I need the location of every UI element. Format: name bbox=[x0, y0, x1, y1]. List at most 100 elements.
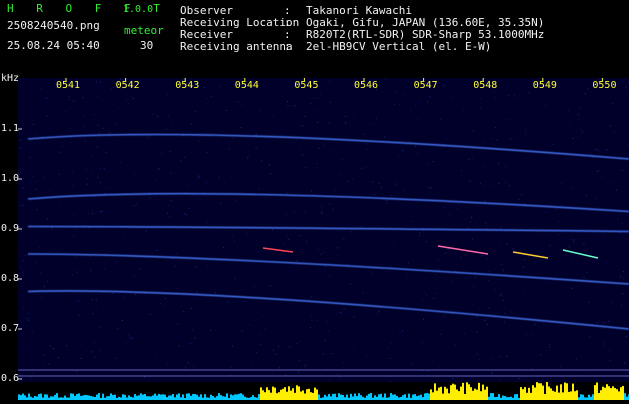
noise-speck bbox=[306, 241, 307, 242]
noise-speck bbox=[28, 320, 29, 321]
noise-speck bbox=[192, 330, 193, 331]
signal-level-bar bbox=[156, 396, 158, 400]
noise-speck bbox=[219, 177, 220, 178]
noise-speck bbox=[573, 187, 574, 188]
signal-level-bar bbox=[576, 390, 578, 400]
signal-level-bar bbox=[108, 396, 110, 400]
noise-speck bbox=[534, 324, 535, 325]
signal-level-bar bbox=[312, 393, 314, 400]
noise-speck bbox=[311, 296, 312, 297]
signal-level-bar bbox=[514, 394, 516, 400]
noise-speck bbox=[595, 149, 596, 150]
noise-speck bbox=[163, 304, 164, 305]
signal-level-bar bbox=[332, 394, 334, 400]
noise-speck bbox=[238, 102, 239, 103]
noise-speck bbox=[232, 237, 233, 238]
noise-speck bbox=[622, 223, 623, 224]
noise-speck bbox=[73, 185, 74, 186]
noise-speck bbox=[585, 93, 586, 94]
noise-speck bbox=[36, 209, 37, 210]
noise-speck bbox=[305, 116, 306, 117]
frequency-tick-label: 1.1 bbox=[1, 123, 19, 134]
noise-speck bbox=[168, 115, 169, 116]
time-tick-label: 0541 bbox=[56, 80, 80, 91]
noise-speck bbox=[191, 123, 192, 124]
noise-speck bbox=[96, 96, 97, 97]
noise-speck bbox=[524, 259, 525, 260]
noise-speck bbox=[81, 358, 82, 359]
noise-speck bbox=[376, 118, 377, 119]
noise-speck bbox=[546, 212, 547, 213]
noise-speck bbox=[626, 336, 627, 337]
signal-level-bar bbox=[476, 390, 478, 400]
signal-level-bar bbox=[446, 389, 448, 400]
noise-speck bbox=[112, 341, 113, 342]
noise-speck bbox=[83, 97, 84, 98]
time-tick-label: 0550 bbox=[592, 80, 616, 91]
noise-speck bbox=[364, 134, 365, 135]
noise-speck bbox=[168, 205, 169, 206]
noise-speck bbox=[183, 311, 184, 312]
noise-speck bbox=[279, 367, 280, 368]
noise-speck bbox=[70, 128, 71, 129]
noise-speck bbox=[206, 183, 207, 184]
noise-speck bbox=[507, 244, 508, 245]
noise-speck bbox=[265, 328, 266, 329]
noise-speck bbox=[523, 290, 524, 291]
capture-datetime: 25.08.24 05:40 bbox=[7, 40, 100, 52]
signal-level-bar bbox=[618, 391, 620, 400]
signal-level-bar bbox=[600, 390, 602, 400]
noise-speck bbox=[188, 208, 189, 209]
noise-speck bbox=[353, 348, 354, 349]
noise-speck bbox=[85, 223, 86, 224]
noise-speck bbox=[305, 212, 306, 213]
noise-speck bbox=[432, 361, 433, 362]
noise-speck bbox=[302, 154, 303, 155]
noise-speck bbox=[248, 156, 249, 157]
signal-level-bar bbox=[44, 394, 46, 400]
signal-level-bar bbox=[582, 395, 584, 400]
noise-speck bbox=[543, 323, 544, 324]
noise-speck bbox=[602, 177, 603, 178]
signal-level-bar bbox=[528, 388, 530, 400]
noise-speck bbox=[620, 233, 621, 234]
noise-speck bbox=[458, 204, 459, 205]
noise-speck bbox=[173, 108, 174, 109]
signal-level-bar bbox=[326, 397, 328, 401]
noise-speck bbox=[159, 168, 160, 169]
noise-speck bbox=[374, 194, 375, 195]
signal-level-bar bbox=[168, 396, 170, 400]
noise-speck bbox=[94, 114, 95, 115]
noise-speck bbox=[258, 251, 259, 252]
signal-level-bar bbox=[284, 387, 286, 400]
noise-speck bbox=[195, 266, 196, 267]
noise-speck bbox=[98, 125, 99, 126]
signal-level-bar bbox=[430, 389, 432, 400]
noise-speck bbox=[109, 132, 110, 133]
signal-level-bar bbox=[306, 389, 308, 400]
carrier-trace bbox=[28, 194, 629, 212]
noise-speck bbox=[427, 101, 428, 102]
noise-speck bbox=[338, 254, 339, 255]
signal-level-bar bbox=[604, 388, 606, 400]
signal-level-bar bbox=[204, 394, 206, 400]
noise-speck bbox=[471, 217, 472, 218]
noise-speck bbox=[104, 269, 105, 270]
noise-speck bbox=[72, 171, 73, 172]
signal-level-bar bbox=[462, 383, 464, 400]
noise-speck bbox=[69, 96, 70, 97]
noise-speck bbox=[463, 109, 464, 110]
noise-speck bbox=[503, 300, 504, 301]
signal-level-bar bbox=[552, 391, 554, 400]
signal-level-bar bbox=[24, 395, 26, 400]
noise-speck bbox=[28, 313, 29, 314]
signal-level-bar bbox=[266, 387, 268, 400]
noise-speck bbox=[452, 281, 453, 282]
noise-speck bbox=[561, 183, 562, 184]
noise-speck bbox=[322, 213, 323, 214]
noise-speck bbox=[90, 256, 91, 257]
signal-level-bar bbox=[486, 387, 488, 400]
noise-speck bbox=[485, 222, 486, 223]
noise-speck bbox=[621, 305, 622, 306]
signal-level-bar bbox=[468, 384, 470, 400]
